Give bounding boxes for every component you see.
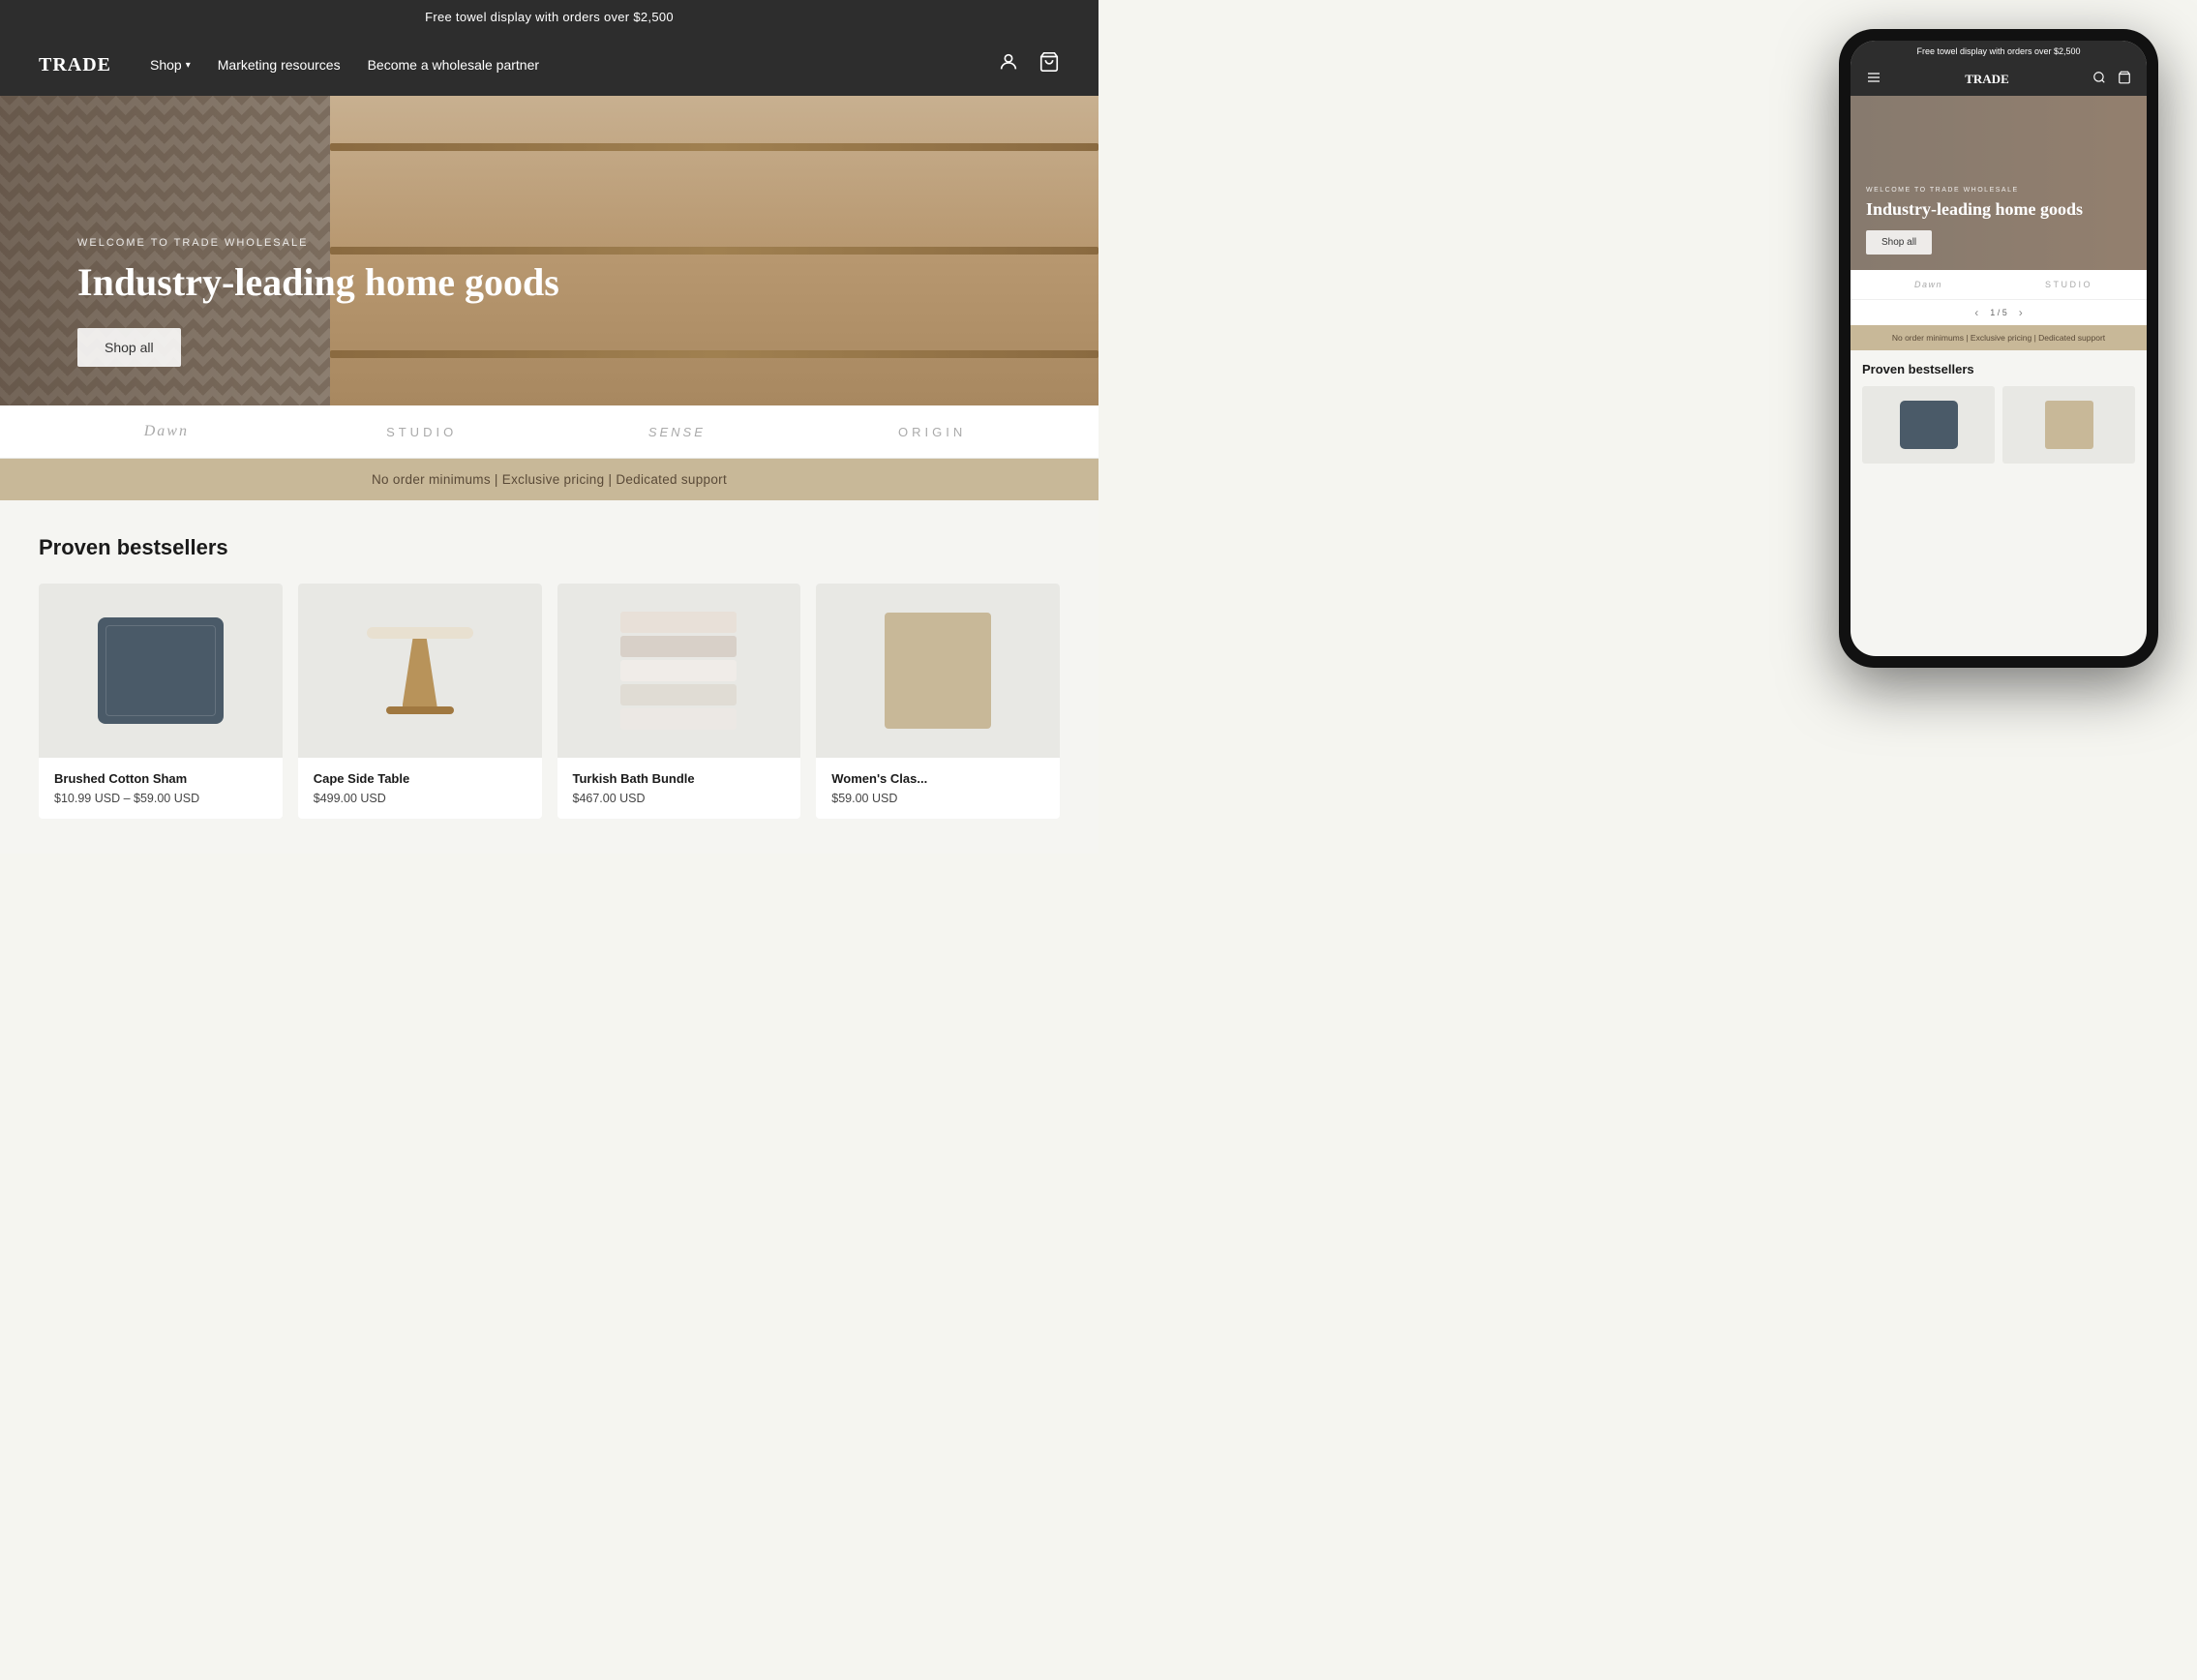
towel-stack (620, 708, 737, 730)
mobile-product-image (2002, 386, 2135, 464)
hero-cta-button[interactable]: Shop all (77, 328, 181, 367)
main-content: Proven bestsellers Brushed Cotton Sham $… (0, 500, 1098, 854)
sweater-image (885, 613, 991, 729)
product-price: $467.00 USD (573, 792, 786, 805)
brand-dawn[interactable]: Dawn (39, 423, 294, 440)
product-price: $59.00 USD (831, 792, 1044, 805)
login-icon[interactable] (998, 51, 1019, 78)
mobile-brand-dawn[interactable]: Dawn (1858, 280, 1999, 289)
mobile-hero-content: WELCOME TO TRADE WHOLESALE Industry-lead… (1866, 187, 2131, 255)
chevron-down-icon: ▾ (186, 60, 191, 71)
product-info: Brushed Cotton Sham $10.99 USD – $59.00 … (39, 758, 283, 819)
product-card[interactable]: Cape Side Table $499.00 USD (298, 584, 542, 819)
mobile-header: TRADE (1851, 62, 2147, 96)
shelf-line (330, 143, 1099, 151)
product-image (39, 584, 283, 758)
towels-image (620, 612, 737, 730)
announcement-bar: Free towel display with orders over $2,5… (0, 0, 1098, 34)
mobile-hero-subtitle: WELCOME TO TRADE WHOLESALE (1866, 187, 2131, 194)
mobile-bestsellers-title: Proven bestsellers (1862, 362, 2135, 376)
announcement-text: Free towel display with orders over $2,5… (425, 10, 674, 24)
slider-next-button[interactable]: › (2019, 306, 2023, 319)
table-top (367, 627, 473, 639)
product-name: Turkish Bath Bundle (573, 771, 786, 786)
brand-origin[interactable]: ORIGIN (804, 425, 1060, 439)
product-price: $499.00 USD (314, 792, 527, 805)
table-stem (403, 639, 437, 706)
cart-icon[interactable] (1038, 51, 1060, 78)
product-info: Women's Clas... $59.00 USD (816, 758, 1060, 819)
mobile-product-image (1862, 386, 1995, 464)
mobile-product-card[interactable] (2002, 386, 2135, 464)
bestsellers-title: Proven bestsellers (39, 535, 1060, 560)
brand-row: Dawn STUDIO SENSE ORIGIN (0, 405, 1098, 459)
mobile-bestsellers-section: Proven bestsellers (1851, 350, 2147, 471)
product-card[interactable]: Women's Clas... $59.00 USD (816, 584, 1060, 819)
mobile-brand-studio[interactable]: STUDIO (1999, 280, 2139, 289)
table-image (367, 627, 473, 714)
mobile-hero-cta-button[interactable]: Shop all (1866, 230, 1932, 255)
mobile-device-overlay: Free towel display with orders over $2,5… (1839, 29, 2158, 668)
mobile-slider-controls: ‹ 1 / 5 › (1851, 300, 2147, 325)
logo[interactable]: TRADE (39, 54, 111, 76)
slider-prev-button[interactable]: ‹ (1974, 306, 1978, 319)
table-base (386, 706, 454, 714)
nav-wholesale[interactable]: Become a wholesale partner (368, 57, 539, 73)
product-card[interactable]: Turkish Bath Bundle $467.00 USD (557, 584, 801, 819)
mobile-announcement-bar: Free towel display with orders over $2,5… (1851, 41, 2147, 62)
hero-section: WELCOME TO TRADE WHOLESALE Industry-lead… (0, 96, 1098, 405)
product-image (557, 584, 801, 758)
hero-content: WELCOME TO TRADE WHOLESALE Industry-lead… (0, 237, 559, 367)
product-name: Cape Side Table (314, 771, 527, 786)
brand-sense[interactable]: SENSE (550, 425, 805, 439)
product-grid: Brushed Cotton Sham $10.99 USD – $59.00 … (39, 584, 1060, 819)
hero-title: Industry-leading home goods (77, 260, 559, 305)
towel-stack (620, 660, 737, 681)
mobile-screen: Free towel display with orders over $2,5… (1851, 41, 2147, 656)
mobile-hero: WELCOME TO TRADE WHOLESALE Industry-lead… (1851, 96, 2147, 270)
towel-stack (620, 612, 737, 633)
header: TRADE Shop ▾ Marketing resources Become … (0, 34, 1098, 96)
hero-subtitle: WELCOME TO TRADE WHOLESALE (77, 237, 559, 249)
product-price: $10.99 USD – $59.00 USD (54, 792, 267, 805)
mobile-menu-icon[interactable] (1866, 70, 1881, 88)
mobile-logo[interactable]: TRADE (1965, 72, 2009, 87)
brand-studio[interactable]: STUDIO (294, 425, 550, 439)
mobile-product-row (1862, 386, 2135, 464)
mobile-header-icons (2092, 71, 2131, 87)
mobile-cart-icon[interactable] (2118, 71, 2131, 87)
mobile-brand-row: Dawn STUDIO (1851, 270, 2147, 300)
towel-stack (620, 684, 737, 705)
pillow-image (98, 617, 224, 724)
nav-shop[interactable]: Shop ▾ (150, 57, 191, 73)
product-image (298, 584, 542, 758)
mobile-search-icon[interactable] (2092, 71, 2106, 87)
mobile-pillow-img (1900, 401, 1958, 449)
product-card[interactable]: Brushed Cotton Sham $10.99 USD – $59.00 … (39, 584, 283, 819)
features-bar: No order minimums | Exclusive pricing | … (0, 459, 1098, 500)
main-nav: Shop ▾ Marketing resources Become a whol… (150, 57, 998, 73)
mobile-item-img (2045, 401, 2093, 449)
mobile-hero-title: Industry-leading home goods (1866, 199, 2131, 221)
slider-counter: 1 / 5 (1990, 308, 2007, 317)
towel-stack (620, 636, 737, 657)
product-info: Turkish Bath Bundle $467.00 USD (557, 758, 801, 819)
product-name: Brushed Cotton Sham (54, 771, 267, 786)
product-name: Women's Clas... (831, 771, 1044, 786)
mobile-product-card[interactable] (1862, 386, 1995, 464)
product-info: Cape Side Table $499.00 USD (298, 758, 542, 819)
nav-marketing[interactable]: Marketing resources (218, 57, 341, 73)
mobile-features-bar: No order minimums | Exclusive pricing | … (1851, 325, 2147, 350)
product-image (816, 584, 1060, 758)
header-icons (998, 51, 1060, 78)
